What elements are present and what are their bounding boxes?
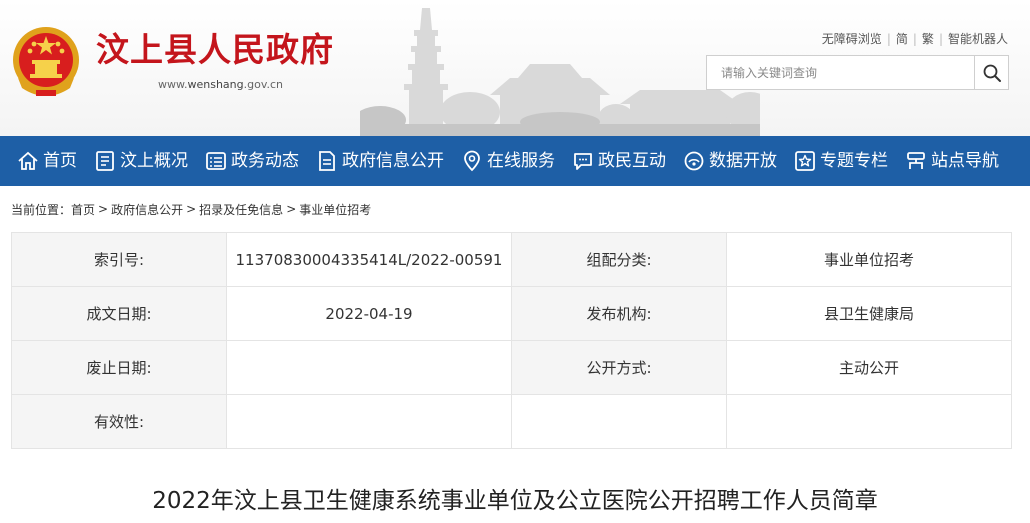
table-row: 废止日期: 公开方式: 主动公开 — [11, 340, 1012, 395]
expiry-date-label: 废止日期: — [11, 340, 227, 395]
home-icon — [16, 149, 40, 173]
smart-robot-link[interactable]: 智能机器人 — [948, 31, 1008, 47]
table-row: 有效性: — [11, 394, 1012, 449]
nav-item-overview[interactable]: 汶上概况 — [93, 136, 188, 186]
location-icon — [460, 149, 484, 173]
nav-label: 政务动态 — [231, 151, 299, 171]
publisher-label: 发布机构: — [511, 286, 727, 341]
breadcrumb-item-recruitment[interactable]: 招录及任免信息 — [199, 201, 283, 218]
index-number-value: 11370830004335414L/2022-00591 — [226, 232, 512, 287]
site-url: www.wenshang.gov.cn — [158, 78, 283, 92]
main-nav: 首页 汶上概况 政务动态 政府信息公开 在线服务 政民互动 数据开放 专题专栏 … — [0, 136, 1030, 186]
url-domain: wenshang — [187, 78, 244, 91]
data-icon — [682, 149, 706, 173]
nav-label: 在线服务 — [487, 151, 555, 171]
chat-icon — [571, 149, 595, 173]
star-icon — [793, 149, 817, 173]
table-row: 索引号: 11370830004335414L/2022-00591 组配分类:… — [11, 232, 1012, 287]
simplified-chinese-link[interactable]: 简 — [896, 31, 908, 47]
validity-value — [226, 394, 512, 449]
nav-item-open-data[interactable]: 数据开放 — [682, 136, 777, 186]
search-icon — [983, 64, 1001, 82]
divider: | — [886, 32, 891, 46]
breadcrumb-prefix: 当前位置： — [11, 202, 72, 217]
site-header: 汶上县人民政府 www.wenshang.gov.cn 无障碍浏览 | 简 | … — [0, 0, 1030, 136]
validity-label: 有效性: — [11, 394, 227, 449]
url-suffix: .gov.cn — [243, 78, 284, 91]
nav-item-special-topics[interactable]: 专题专栏 — [793, 136, 888, 186]
divider: | — [912, 32, 917, 46]
breadcrumb-separator: > — [286, 202, 297, 216]
breadcrumb-item-gov-info[interactable]: 政府信息公开 — [111, 201, 183, 218]
breadcrumb-separator: > — [98, 202, 109, 216]
top-links: 无障碍浏览 | 简 | 繁 | 智能机器人 — [822, 31, 1008, 47]
issue-date-label: 成文日期: — [11, 286, 227, 341]
empty-cell — [726, 394, 1012, 449]
news-icon — [204, 149, 228, 173]
search-box — [706, 55, 1009, 90]
traditional-chinese-link[interactable]: 繁 — [922, 31, 934, 47]
disclosure-method-value: 主动公开 — [726, 340, 1012, 395]
index-number-label: 索引号: — [11, 232, 227, 287]
nav-item-home[interactable]: 首页 — [16, 136, 77, 186]
category-label: 组配分类: — [511, 232, 727, 287]
search-input[interactable] — [707, 56, 974, 89]
sitemap-icon — [904, 149, 928, 173]
national-emblem-icon — [13, 27, 79, 96]
disclosure-method-label: 公开方式: — [511, 340, 727, 395]
nav-label: 数据开放 — [709, 151, 777, 171]
breadcrumb: 当前位置： 首页 > 政府信息公开 > 招录及任免信息 > 事业单位招考 — [0, 186, 1030, 232]
nav-item-online-service[interactable]: 在线服务 — [460, 136, 555, 186]
document-icon — [315, 149, 339, 173]
empty-cell — [511, 394, 727, 449]
accessibility-link[interactable]: 无障碍浏览 — [822, 31, 882, 47]
nav-label: 首页 — [43, 151, 77, 171]
category-value: 事业单位招考 — [726, 232, 1012, 287]
breadcrumb-item-current[interactable]: 事业单位招考 — [299, 201, 371, 218]
nav-item-interaction[interactable]: 政民互动 — [571, 136, 666, 186]
nav-label: 政府信息公开 — [342, 151, 444, 171]
landmark-illustration — [360, 8, 760, 136]
document-info-table: 索引号: 11370830004335414L/2022-00591 组配分类:… — [11, 232, 1012, 449]
nav-label: 专题专栏 — [820, 151, 888, 171]
divider: | — [938, 32, 943, 46]
overview-icon — [93, 149, 117, 173]
search-button[interactable] — [974, 56, 1008, 89]
issue-date-value: 2022-04-19 — [226, 286, 512, 341]
article-title: 2022年汶上县卫生健康系统事业单位及公立医院公开招聘工作人员简章 — [152, 488, 878, 514]
breadcrumb-item-home[interactable]: 首页 — [71, 201, 95, 218]
breadcrumb-separator: > — [186, 202, 197, 216]
nav-label: 汶上概况 — [120, 151, 188, 171]
url-prefix: www. — [158, 78, 188, 91]
nav-label: 站点导航 — [931, 151, 999, 171]
nav-item-site-map[interactable]: 站点导航 — [904, 136, 999, 186]
site-title[interactable]: 汶上县人民政府 — [96, 30, 334, 70]
table-row: 成文日期: 2022-04-19 发布机构: 县卫生健康局 — [11, 286, 1012, 341]
expiry-date-value — [226, 340, 512, 395]
nav-item-gov-info[interactable]: 政府信息公开 — [315, 136, 444, 186]
nav-label: 政民互动 — [598, 151, 666, 171]
nav-item-news[interactable]: 政务动态 — [204, 136, 299, 186]
publisher-value: 县卫生健康局 — [726, 286, 1012, 341]
